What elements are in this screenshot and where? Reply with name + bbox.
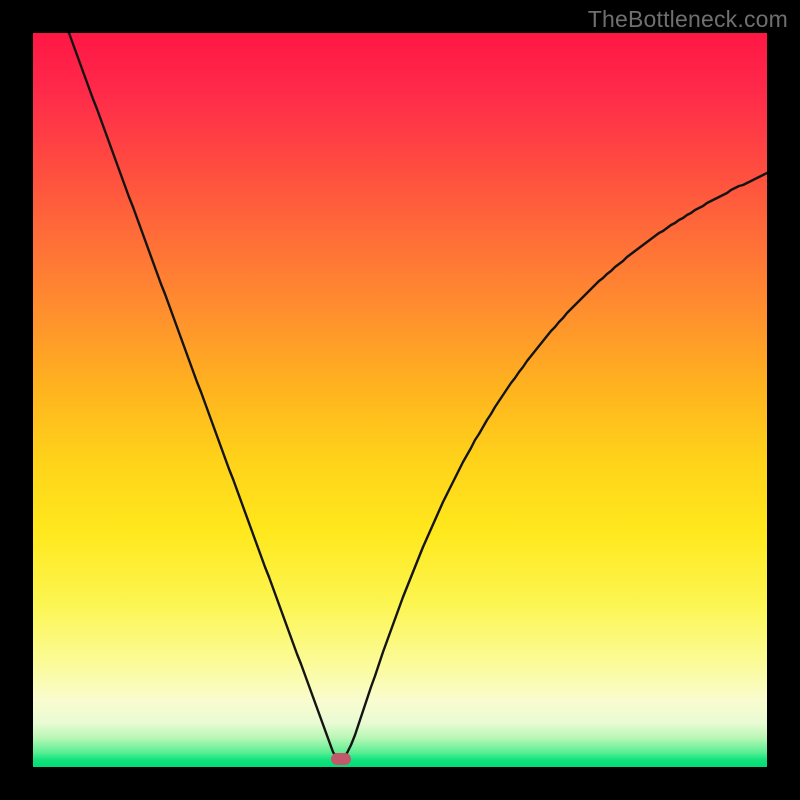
credit-text: TheBottleneck.com — [588, 6, 788, 33]
optimal-marker — [331, 753, 351, 765]
bottleneck-curve — [33, 33, 767, 767]
chart-container: TheBottleneck.com — [0, 0, 800, 800]
plot-area — [33, 33, 767, 767]
